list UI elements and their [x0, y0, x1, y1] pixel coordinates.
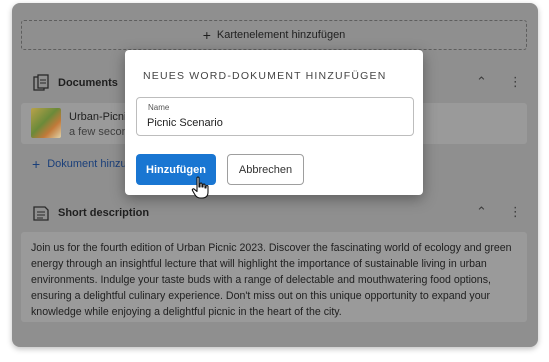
documents-menu-icon[interactable]: ⋮	[509, 74, 522, 90]
short-description-header: Short description	[32, 203, 149, 223]
name-field-label: Name	[148, 103, 170, 112]
plus-icon: +	[32, 156, 41, 172]
new-word-document-dialog: Neues Word-Dokument hinzufügen Name Hinz…	[125, 50, 423, 195]
documents-icon	[33, 74, 49, 91]
short-description-text: Join us for the fourth edition of Urban …	[21, 232, 527, 322]
collapse-documents-icon[interactable]: ⌃	[476, 74, 487, 90]
document-thumbnail	[31, 108, 61, 138]
add-card-label: Kartenelement hinzufügen	[216, 29, 346, 41]
add-card-element-button[interactable]: + Kartenelement hinzufügen	[21, 20, 527, 50]
description-icon	[33, 206, 49, 221]
hand-cursor-icon	[191, 176, 209, 199]
short-description-title: Short description	[58, 207, 150, 219]
documents-title: Documents	[58, 77, 118, 89]
document-time: a few secon	[69, 126, 128, 138]
name-field[interactable]: Name	[136, 97, 414, 136]
document-name: Urban-Picnic	[69, 111, 132, 123]
name-input[interactable]	[147, 115, 402, 131]
collapse-description-icon[interactable]: ⌃	[476, 204, 487, 220]
plus-icon: +	[202, 27, 211, 43]
documents-header: Documents	[32, 73, 118, 93]
cancel-button[interactable]: Abbrechen	[227, 154, 304, 185]
dialog-title: Neues Word-Dokument hinzufügen	[143, 70, 387, 82]
add-document-link[interactable]: + Dokument hinzu	[32, 156, 127, 172]
add-document-label: Dokument hinzu	[47, 158, 127, 170]
description-menu-icon[interactable]: ⋮	[509, 204, 522, 220]
